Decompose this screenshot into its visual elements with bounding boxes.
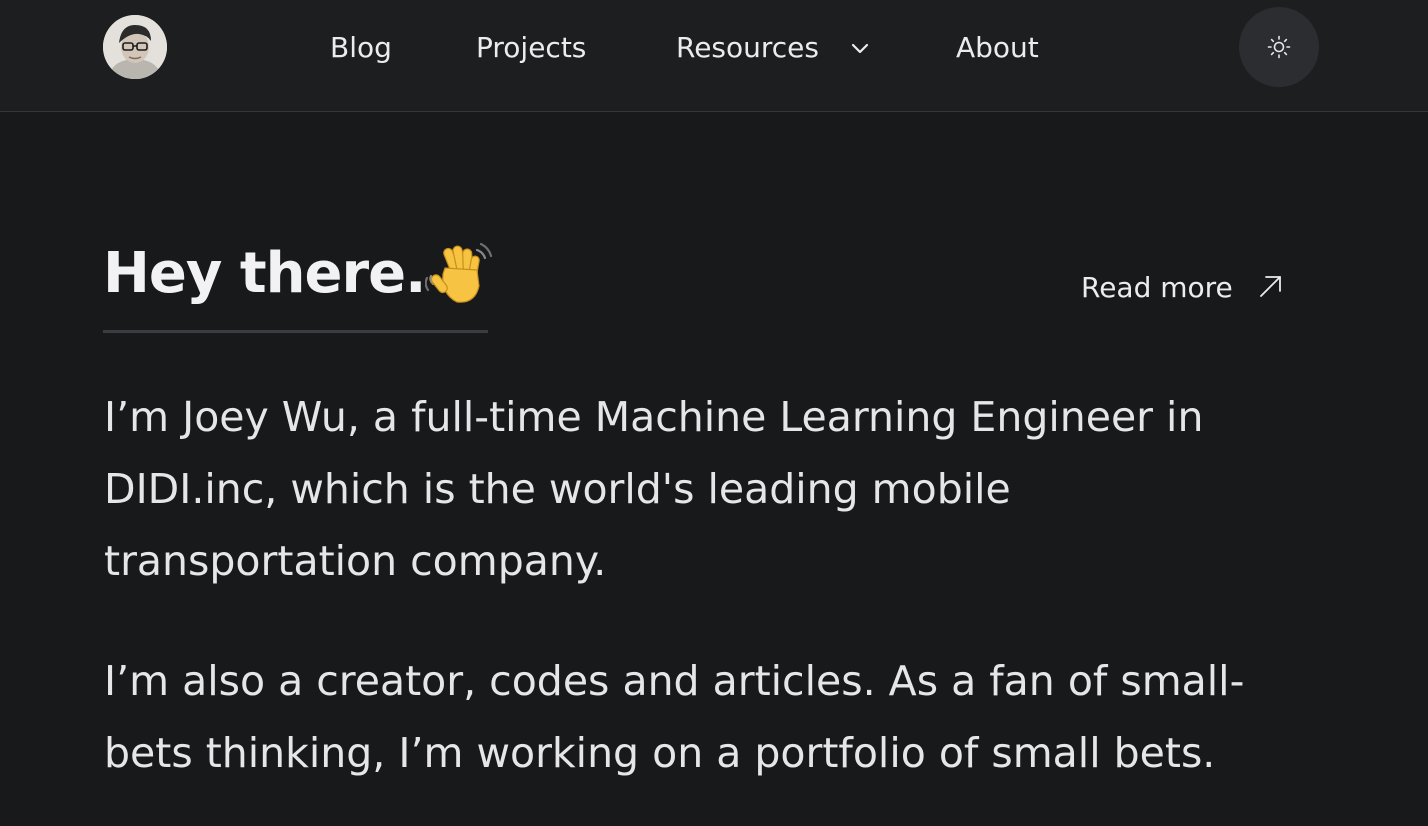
- nav-projects[interactable]: Projects: [476, 28, 586, 68]
- read-more-label: Read more: [1081, 271, 1233, 304]
- intro-paragraph-2: I’m also a creator, codes and articles. …: [104, 657, 1245, 777]
- arrow-up-right-icon: [1260, 276, 1281, 297]
- nav-about[interactable]: About: [956, 28, 1039, 68]
- site-header: Blog Projects Resources About: [0, 0, 1428, 112]
- nav-blog[interactable]: Blog: [330, 28, 392, 68]
- hero-heading: Hey there.: [103, 234, 493, 333]
- chevron-down-icon[interactable]: [848, 32, 872, 64]
- intro-paragraph-1: I’m Joey Wu, a full-time Machine Learnin…: [104, 393, 1204, 585]
- waving-hand-icon: [425, 242, 493, 303]
- page-title: Hey there.: [103, 241, 426, 306]
- avatar[interactable]: [103, 15, 167, 79]
- avatar-portrait: [103, 15, 167, 79]
- nav-resources[interactable]: Resources: [676, 28, 819, 68]
- theme-toggle-button[interactable]: [1239, 7, 1319, 87]
- sun-icon: [1267, 35, 1291, 59]
